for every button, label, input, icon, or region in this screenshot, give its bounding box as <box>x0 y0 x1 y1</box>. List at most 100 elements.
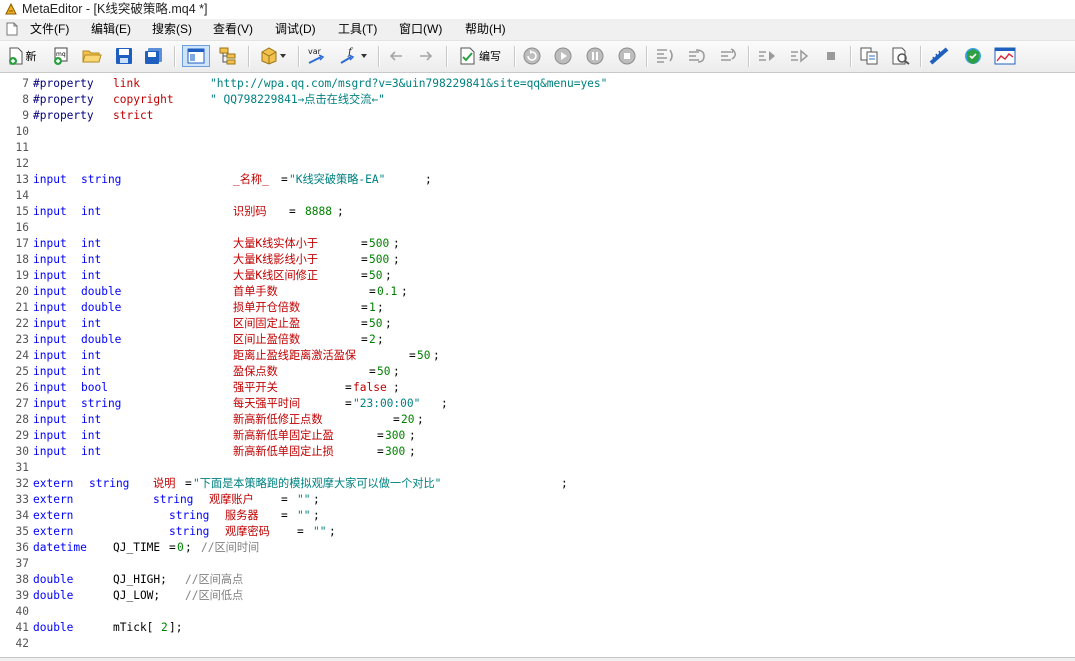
new-button-label: 新 <box>25 51 37 63</box>
menu-file[interactable]: 文件(F) <box>30 22 69 37</box>
code-line[interactable]: 26 input bool 强平开关 = false; <box>0 380 1075 396</box>
insert-function-button[interactable]: f <box>334 45 372 67</box>
profiling-start-button[interactable] <box>754 45 780 67</box>
code-token: ; <box>425 173 432 186</box>
code-token: input <box>33 237 67 250</box>
code-line[interactable]: 14 <box>0 188 1075 204</box>
arrow-right-icon <box>420 51 433 61</box>
code-line[interactable]: 25 input int 盈保点数 = 50; <box>0 364 1075 380</box>
step-into-button[interactable] <box>652 45 678 67</box>
debug-pause-button[interactable] <box>583 45 607 67</box>
code-line[interactable]: 7 #property link "http://wpa.qq.com/msgrd?v… <box>0 76 1075 92</box>
code-line[interactable]: 16 <box>0 220 1075 236</box>
code-token: int <box>81 413 102 426</box>
menu-help[interactable]: 帮助(H) <box>465 22 506 37</box>
document-icon[interactable] <box>6 22 18 36</box>
code-line[interactable]: 34 extern string 服务器 = ""; <box>0 508 1075 524</box>
code-line[interactable]: 24 input int 距离止盈线距离激活盈保 = 50; <box>0 348 1075 364</box>
code-token: ; <box>385 317 392 330</box>
code-line[interactable]: 11 <box>0 140 1075 156</box>
code-line[interactable]: 35 extern string 观摩密码 = ""; <box>0 524 1075 540</box>
terminal-button[interactable] <box>992 45 1018 67</box>
code-token: string <box>153 493 194 506</box>
line-number: 21 <box>15 301 29 314</box>
code-line[interactable]: 38 double QJ_HIGH; //区间高点 <box>0 572 1075 588</box>
check-button[interactable] <box>960 45 986 67</box>
compile-button[interactable]: 编写 <box>452 45 508 67</box>
menu-tools[interactable]: 工具(T) <box>338 22 377 37</box>
forward-button[interactable] <box>414 45 438 67</box>
toolbox-toggle-button[interactable] <box>216 45 240 67</box>
code-line[interactable]: 28 input int 新高新低修正点数 = 20; <box>0 412 1075 428</box>
save-all-button[interactable] <box>142 45 166 67</box>
debug-stop-button[interactable] <box>615 45 639 67</box>
new-button[interactable]: 新 <box>3 45 41 67</box>
menu-edit[interactable]: 编辑(E) <box>91 22 131 37</box>
code-token: int <box>81 349 102 362</box>
open-button[interactable] <box>80 45 104 67</box>
save-button[interactable] <box>112 45 136 67</box>
mq-file-add-icon: mq <box>54 47 68 65</box>
back-button[interactable] <box>384 45 408 67</box>
code-line[interactable]: 10 <box>0 124 1075 140</box>
insert-snippet-button[interactable] <box>254 45 292 67</box>
profiling-stop-button[interactable] <box>818 45 844 67</box>
code-line[interactable]: 12 <box>0 156 1075 172</box>
code-token: 说明 <box>153 477 176 490</box>
find-in-files-button[interactable] <box>888 45 914 67</box>
code-token: QJ_HIGH; <box>113 573 167 586</box>
debug-restart-button[interactable] <box>520 45 544 67</box>
menu-search[interactable]: 搜索(S) <box>152 22 192 37</box>
code-line[interactable]: 31 <box>0 460 1075 476</box>
code-line[interactable]: 9 #property strict <box>0 108 1075 124</box>
code-token: ; <box>417 413 424 426</box>
code-token: 大量K线实体小于 <box>233 237 319 250</box>
code-line[interactable]: 37 <box>0 556 1075 572</box>
code-token: ; <box>385 269 392 282</box>
code-line[interactable]: 17 input int 大量K线实体小于 = 500; <box>0 236 1075 252</box>
code-line[interactable]: 20 input double 首单手数 = 0.1; <box>0 284 1075 300</box>
code-line[interactable]: 42 <box>0 636 1075 652</box>
step-over-button[interactable] <box>684 45 710 67</box>
code-token: 500 <box>369 253 390 266</box>
code-token: QJ_TIME <box>113 541 161 554</box>
code-line[interactable]: 18 input int 大量K线影线小于 = 500; <box>0 252 1075 268</box>
code-line[interactable]: 39 double QJ_LOW; //区间低点 <box>0 588 1075 604</box>
code-line[interactable]: 19 input int 大量K线区间修正 = 50; <box>0 268 1075 284</box>
code-line[interactable]: 8 #property copyright " QQ798229841→点击在线交流←… <box>0 92 1075 108</box>
code-line[interactable]: 41 double mTick[2]; <box>0 620 1075 636</box>
menu-window[interactable]: 窗口(W) <box>399 22 442 37</box>
insert-variable-button[interactable]: var <box>304 45 330 67</box>
new-project-button[interactable]: mq <box>50 45 74 67</box>
code-line[interactable]: 30 input int 新高新低单固定止损 = 300; <box>0 444 1075 460</box>
code-line[interactable]: 15 input int 识别码 = 8888; <box>0 204 1075 220</box>
play-icon <box>554 47 572 65</box>
line-number: 36 <box>15 541 29 554</box>
code-line[interactable]: 22 input int 区间固定止盈 = 50; <box>0 316 1075 332</box>
code-line[interactable]: 40 <box>0 604 1075 620</box>
code-line[interactable]: 36 datetime QJ_TIME = 0; //区间时间 <box>0 540 1075 556</box>
code-line[interactable]: 33 extern string 观摩账户 = ""; <box>0 492 1075 508</box>
menu-debug[interactable]: 调试(D) <box>275 22 316 37</box>
terminal-chart-icon <box>994 47 1016 65</box>
line-number: 17 <box>15 237 29 250</box>
code-line[interactable]: 29 input int 新高新低单固定止盈 = 300; <box>0 428 1075 444</box>
navigator-toggle-button[interactable] <box>182 45 210 67</box>
code-token: double <box>81 333 122 346</box>
debug-start-button[interactable] <box>551 45 575 67</box>
code-line[interactable]: 21 input double 损单开仓倍数 = 1; <box>0 300 1075 316</box>
toolbar-separator <box>850 46 852 67</box>
code-editor[interactable]: 7 #property link "http://wpa.qq.com/msgrd?v… <box>0 73 1075 657</box>
code-line[interactable]: 13 input string _名称_ = "K线突破策略-EA"; <box>0 172 1075 188</box>
copy-button[interactable] <box>856 45 882 67</box>
code-line[interactable]: 27 input string 每天强平时间 = "23:00:00"; <box>0 396 1075 412</box>
profiling-history-button[interactable] <box>786 45 812 67</box>
step-out-button[interactable] <box>716 45 742 67</box>
code-line[interactable]: 32 extern string 说明 = "下面是本策略跑的模拟观摩大家可以做一个对比"… <box>0 476 1075 492</box>
code-token: ]; <box>169 621 183 634</box>
styler-button[interactable] <box>926 45 954 67</box>
code-token: = <box>409 349 416 362</box>
menu-view[interactable]: 查看(V) <box>213 22 253 37</box>
code-token: input <box>33 381 67 394</box>
code-line[interactable]: 23 input double 区间止盈倍数 = 2; <box>0 332 1075 348</box>
